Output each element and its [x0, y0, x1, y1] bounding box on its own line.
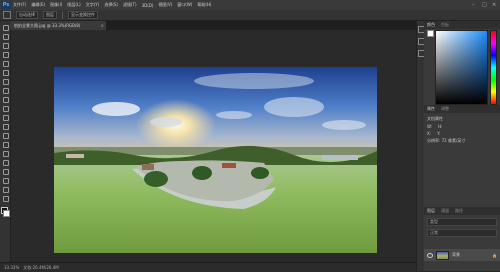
- hand-tool-icon[interactable]: [2, 186, 9, 193]
- foreground-color-chip[interactable]: [427, 30, 434, 37]
- document-tab-title: 航拍全景大图.jpg @ 33.3%(RGB/8): [14, 23, 81, 28]
- layers-panel: 图层 通道 路径 类型 正常 背景 🔒: [424, 207, 500, 271]
- x-label: X:: [427, 131, 432, 136]
- blend-mode-dropdown[interactable]: 正常: [427, 229, 497, 237]
- menu-edit[interactable]: 编辑(E): [31, 2, 45, 8]
- panorama-image[interactable]: [54, 67, 377, 253]
- crop-tool-icon[interactable]: [2, 60, 9, 67]
- menu-view[interactable]: 视图(V): [158, 2, 172, 8]
- layers-panel-header: 图层 通道 路径: [424, 207, 500, 215]
- brush-tool-icon[interactable]: [2, 87, 9, 94]
- cloud: [264, 97, 324, 117]
- properties-row: W: H:: [427, 124, 465, 129]
- hue-slider[interactable]: [490, 30, 497, 105]
- eye-icon[interactable]: [427, 252, 433, 258]
- move-tool-icon[interactable]: [2, 24, 9, 31]
- cloud: [92, 102, 140, 116]
- cloud: [150, 117, 182, 127]
- type-tool-icon[interactable]: [2, 159, 9, 166]
- show-transform-controls-checkbox[interactable]: 显示变换控件: [68, 11, 98, 19]
- menu-3d[interactable]: 3D(D): [142, 3, 154, 8]
- menu-window[interactable]: 窗口(W): [177, 2, 192, 8]
- menu-help[interactable]: 帮助(H): [197, 2, 211, 8]
- history-brush-tool-icon[interactable]: [2, 105, 9, 112]
- color-picker-field[interactable]: [435, 30, 488, 105]
- healing-brush-tool-icon[interactable]: [2, 78, 9, 85]
- island-trees: [251, 167, 269, 179]
- move-tool-icon[interactable]: [3, 11, 11, 19]
- close-button[interactable]: ×: [492, 3, 496, 8]
- gradient-tool-icon[interactable]: [2, 123, 9, 130]
- ps-logo-icon: Ps: [1, 1, 11, 9]
- layer-name: 背景: [452, 252, 460, 257]
- blur-tool-icon[interactable]: [2, 132, 9, 139]
- tab-adjustments[interactable]: 调整: [438, 105, 452, 113]
- y-label: Y:: [437, 131, 441, 136]
- eyedropper-tool-icon[interactable]: [2, 69, 9, 76]
- tab-paths[interactable]: 路径: [452, 207, 466, 215]
- auto-select-target-dropdown[interactable]: 图层: [43, 11, 57, 19]
- auto-select-checkbox[interactable]: 自动选择: [16, 11, 38, 19]
- tab-properties[interactable]: 属性: [424, 105, 438, 113]
- layer-row[interactable]: 背景 🔒: [424, 249, 500, 261]
- pen-tool-icon[interactable]: [2, 150, 9, 157]
- cloud: [322, 120, 366, 130]
- tools-panel: [0, 21, 11, 262]
- height-label: H:: [438, 124, 443, 129]
- properties-title: 文档属性: [427, 116, 443, 121]
- right-panels: 颜色 色板 属性 调整 文档属性 W: H: X: Y: 分辨率: 72 像素/…: [424, 21, 500, 271]
- cloud: [194, 73, 314, 89]
- shape-tool-icon[interactable]: [2, 177, 9, 184]
- path-select-tool-icon[interactable]: [2, 168, 9, 175]
- width-label: W:: [427, 124, 433, 129]
- document-info: 文档:26.4M/26.4M: [23, 264, 59, 270]
- pavilion: [222, 163, 236, 168]
- properties-section: 文档属性 W: H: X: Y: 分辨率: 72 像素/英寸: [427, 116, 465, 144]
- menu-bar: Ps 文件(F) 编辑(E) 图像(I) 图层(L) 文字(Y) 选择(S) 滤…: [0, 0, 500, 10]
- layer-filter-dropdown[interactable]: 类型: [427, 218, 497, 226]
- color-swatches[interactable]: [0, 207, 10, 219]
- menu-file[interactable]: 文件(F): [13, 2, 26, 8]
- color-panel-header: 颜色 色板: [424, 21, 500, 29]
- resolution-text: 分辨率: 72 像素/英寸: [427, 138, 466, 143]
- zoom-level[interactable]: 33.33%: [4, 265, 19, 270]
- window-controls: – □ ×: [472, 3, 496, 8]
- island-trees: [192, 166, 212, 180]
- marquee-tool-icon[interactable]: [2, 33, 9, 40]
- menu-image[interactable]: 图像(I): [50, 2, 62, 8]
- pavilion: [142, 164, 154, 170]
- island-trees: [144, 171, 168, 187]
- options-bar: 自动选择 图层 显示变换控件: [0, 10, 500, 21]
- building: [66, 154, 84, 158]
- photoshop-window: Ps 文件(F) 编辑(E) 图像(I) 图层(L) 文字(Y) 选择(S) 滤…: [0, 0, 500, 272]
- properties-panel-header: 属性 调整: [424, 105, 500, 113]
- dodge-tool-icon[interactable]: [2, 141, 9, 148]
- menu-layer[interactable]: 图层(L): [67, 2, 80, 8]
- tab-channels[interactable]: 通道: [438, 207, 452, 215]
- quick-select-tool-icon[interactable]: [2, 51, 9, 58]
- properties-row: X: Y:: [427, 131, 465, 136]
- minimize-button[interactable]: –: [472, 3, 476, 8]
- background-color-swatch[interactable]: [3, 210, 10, 217]
- clone-stamp-tool-icon[interactable]: [2, 96, 9, 103]
- canvas-area[interactable]: [11, 30, 416, 261]
- document-tab-bar: 航拍全景大图.jpg @ 33.3%(RGB/8) ×: [10, 21, 416, 30]
- menu-type[interactable]: 文字(Y): [86, 2, 100, 8]
- maximize-button[interactable]: □: [482, 3, 487, 8]
- tab-swatches[interactable]: 色板: [438, 21, 452, 29]
- document-tab[interactable]: 航拍全景大图.jpg @ 33.3%(RGB/8) ×: [10, 21, 106, 30]
- menu-filter[interactable]: 滤镜(T): [123, 2, 137, 8]
- zoom-tool-icon[interactable]: [2, 195, 9, 202]
- tab-layers[interactable]: 图层: [424, 207, 438, 215]
- tab-color[interactable]: 颜色: [424, 21, 438, 29]
- cloud: [216, 111, 252, 119]
- building: [322, 155, 358, 160]
- lasso-tool-icon[interactable]: [2, 42, 9, 49]
- options-divider: [62, 11, 63, 19]
- lock-icon[interactable]: 🔒: [492, 253, 497, 258]
- menu-select[interactable]: 选择(S): [104, 2, 118, 8]
- eraser-tool-icon[interactable]: [2, 114, 9, 121]
- close-tab-icon[interactable]: ×: [101, 21, 104, 30]
- layer-thumbnail: [436, 250, 449, 260]
